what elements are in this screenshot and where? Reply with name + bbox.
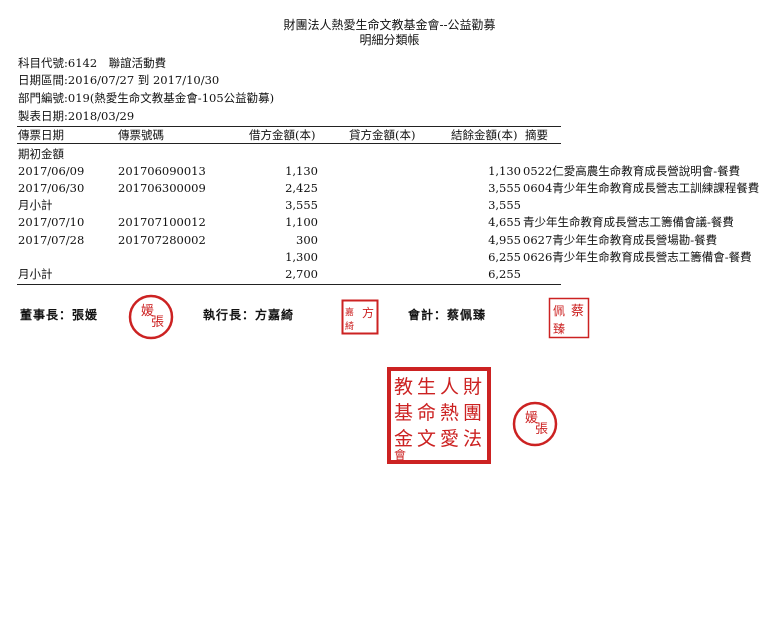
table-cell-date: 2017/06/09 — [18, 164, 85, 178]
chairman-signature-label: 董事長：張媛 — [20, 308, 99, 322]
col-header-voucher: 傳票號碼 — [118, 128, 164, 142]
svg-text:熱: 熱 — [440, 402, 459, 424]
col-header-memo: 摘要 — [525, 128, 548, 142]
executive-signature-label: 執行長：方嘉綺 — [203, 308, 295, 322]
table-cell-date: 月小計 — [18, 267, 53, 281]
table-cell-balance: 6,255 — [488, 267, 521, 281]
table-cell-balance: 1,130 — [488, 164, 521, 178]
table-cell-balance: 4,955 — [488, 233, 521, 247]
table-cell-date: 2017/07/10 — [18, 215, 85, 229]
table-cell-voucher: 201707100012 — [118, 215, 206, 229]
svg-text:法: 法 — [463, 428, 482, 450]
table-cell-debit: 300 — [296, 233, 318, 247]
svg-text:臻: 臻 — [553, 322, 565, 336]
table-cell-voucher: 201706090013 — [118, 164, 206, 178]
table-bottom-rule — [17, 284, 561, 285]
foundation-seal-icon: 財 團 法 人 熱 愛 生 命 文 教 基 金 會 — [387, 367, 491, 464]
table-cell-memo: 青少年生命教育成長營志工籌備會議-餐費 — [523, 215, 734, 229]
table-cell-debit: 2,700 — [285, 267, 318, 281]
col-header-balance: 結餘金額(本) — [451, 128, 518, 142]
table-cell-memo: 0627青少年生命教育成長營場勘-餐費 — [523, 233, 718, 247]
svg-text:金: 金 — [394, 428, 413, 450]
header-top-rule — [17, 126, 561, 127]
svg-text:文: 文 — [417, 428, 436, 450]
table-cell-debit: 1,300 — [285, 250, 318, 264]
svg-text:財: 財 — [463, 376, 482, 398]
svg-text:教: 教 — [394, 376, 413, 398]
svg-text:方: 方 — [362, 305, 374, 320]
executive-seal-icon: 方 嘉 綺 — [341, 299, 379, 335]
svg-text:人: 人 — [440, 376, 459, 398]
svg-text:佩: 佩 — [553, 304, 565, 318]
svg-text:基: 基 — [394, 402, 413, 424]
table-cell-date: 月小計 — [18, 198, 53, 212]
accountant-seal-icon: 蔡 佩 臻 — [548, 297, 590, 339]
chairman-seal-icon: 媛 張 — [128, 294, 174, 340]
col-header-date: 傳票日期 — [18, 128, 64, 142]
table-cell-date: 期初金額 — [18, 147, 64, 161]
ledger-page: 財團法人熱愛生命文教基金會--公益勸募 明細分類帳 科目代號:6142 聯誼活動… — [0, 0, 779, 618]
svg-text:綺: 綺 — [345, 320, 354, 332]
table-cell-balance: 4,655 — [488, 215, 521, 229]
svg-text:團: 團 — [463, 402, 482, 424]
table-cell-voucher: 201706300009 — [118, 181, 206, 195]
table-cell-memo: 0522仁愛高農生命教育成長營說明會-餐費 — [523, 164, 741, 178]
date-range: 日期區間:2016/07/27 到 2017/10/30 — [18, 73, 220, 87]
table-cell-balance: 3,555 — [488, 181, 521, 195]
table-cell-date: 2017/06/30 — [18, 181, 85, 195]
col-header-credit: 貸方金額(本) — [349, 128, 416, 142]
table-cell-debit: 2,425 — [285, 181, 318, 195]
header-bottom-rule — [17, 143, 561, 144]
svg-text:蔡: 蔡 — [571, 304, 584, 319]
svg-text:命: 命 — [417, 402, 436, 424]
report-title: 明細分類帳 — [359, 33, 420, 47]
table-cell-debit: 1,100 — [285, 215, 318, 229]
svg-text:愛: 愛 — [440, 428, 459, 450]
svg-text:嘉: 嘉 — [345, 306, 354, 318]
account-code: 科目代號:6142 聯誼活動費 — [18, 56, 167, 70]
report-date: 製表日期:2018/03/29 — [18, 109, 135, 123]
col-header-debit: 借方金額(本) — [249, 128, 316, 142]
table-cell-memo: 0604青少年生命教育成長營志工訓練課程餐費 — [523, 181, 760, 195]
table-cell-date: 2017/07/28 — [18, 233, 85, 247]
svg-text:會: 會 — [394, 448, 406, 462]
table-cell-balance: 6,255 — [488, 250, 521, 264]
table-cell-debit: 1,130 — [285, 164, 318, 178]
table-cell-voucher: 201707280002 — [118, 233, 206, 247]
department: 部門編號:019(熱愛生命文教基金會-105公益勸募) — [18, 91, 275, 105]
table-cell-debit: 3,555 — [285, 198, 318, 212]
svg-text:張: 張 — [151, 315, 164, 330]
org-title: 財團法人熱愛生命文教基金會--公益勸募 — [283, 18, 496, 32]
table-cell-balance: 3,555 — [488, 198, 521, 212]
svg-text:生: 生 — [417, 376, 436, 398]
accountant-signature-label: 會計：蔡佩臻 — [408, 308, 487, 322]
table-cell-memo: 0626青少年生命教育成長營志工籌備會-餐費 — [523, 250, 752, 264]
svg-text:張: 張 — [535, 422, 548, 437]
chairman-seal-icon: 媛 張 — [512, 401, 558, 447]
